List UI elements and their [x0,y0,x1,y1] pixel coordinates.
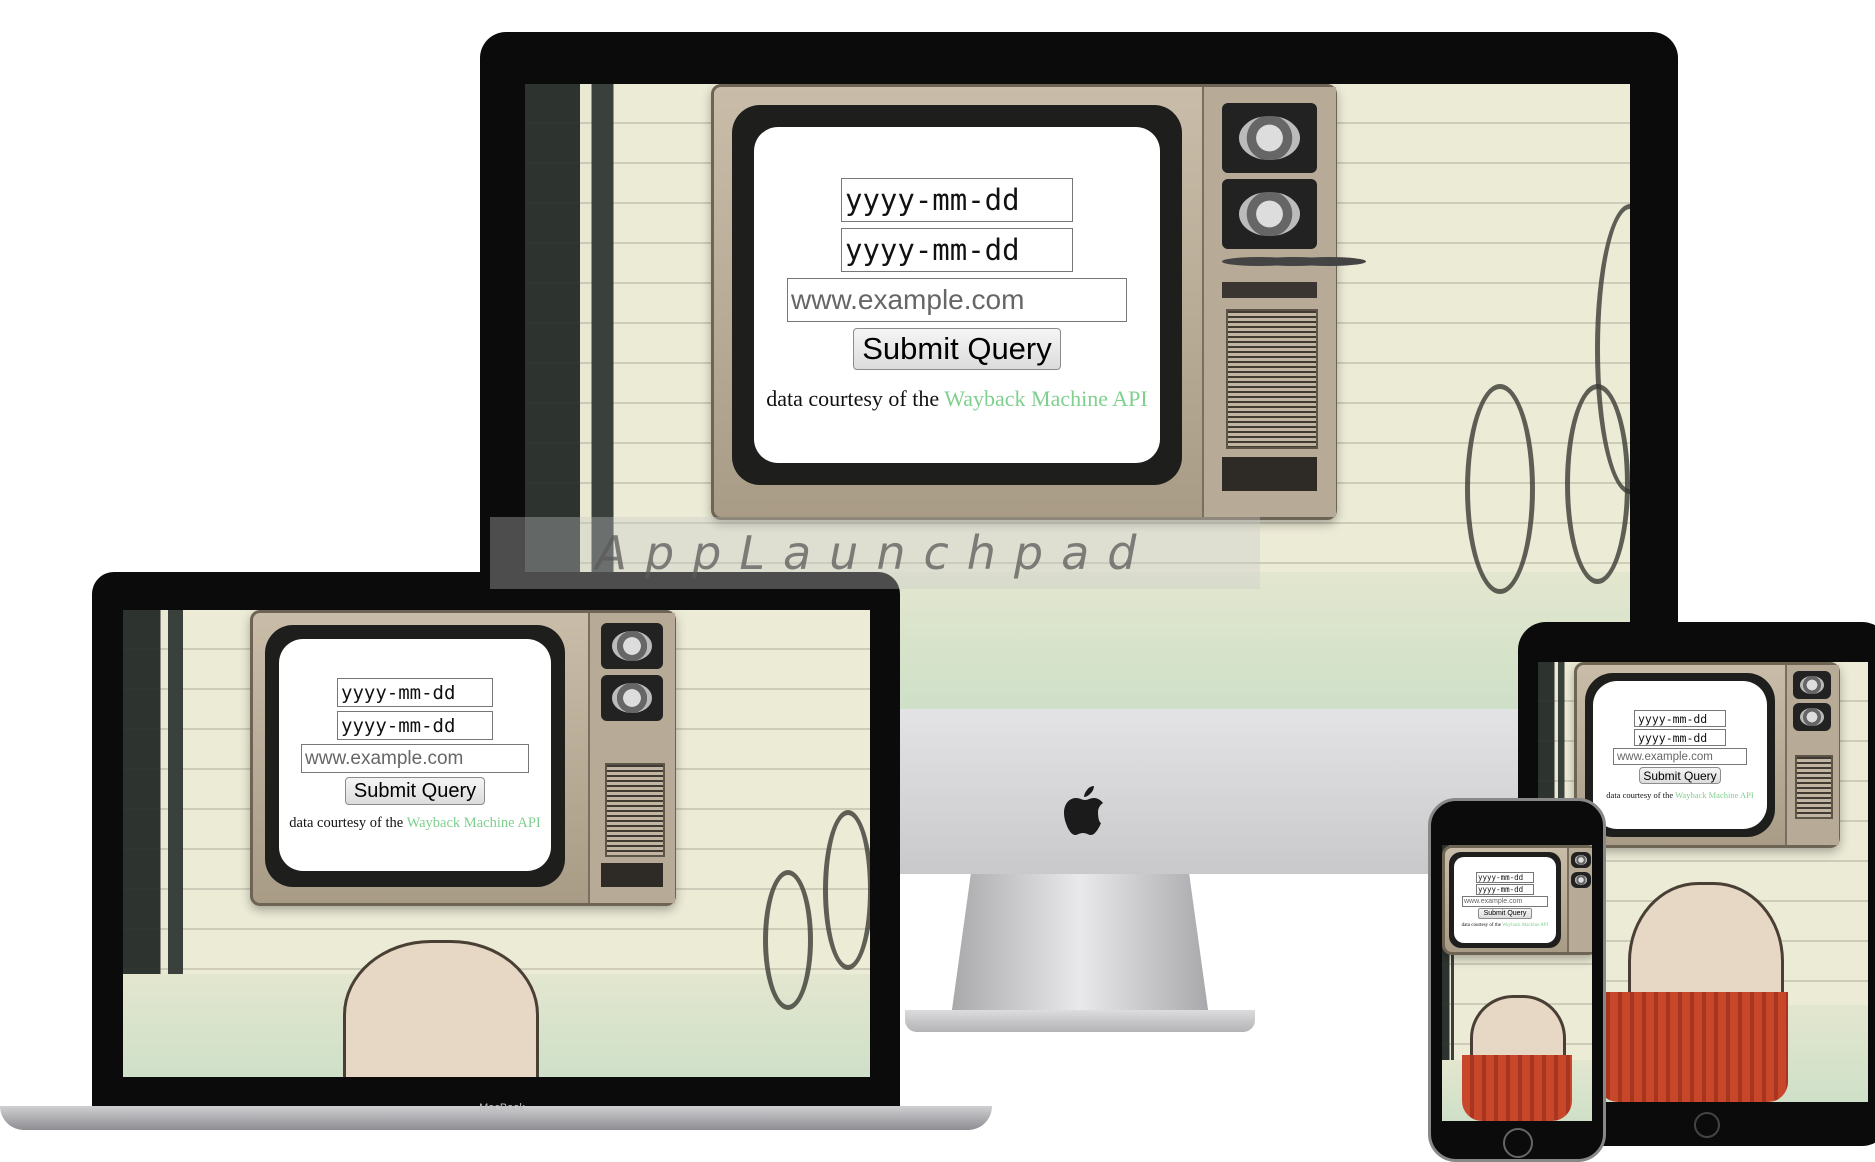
speaker-grille [1795,755,1833,819]
channel-knob-icon [1222,103,1317,173]
credit-text: data courtesy of the Wayback Machine API [766,386,1147,412]
tv-set: yyyy-mm-dd yyyy-mm-dd www.example.com Su… [711,84,1367,520]
tv-set: yyyy-mm-dd yyyy-mm-dd www.example.com Su… [1574,662,1840,848]
volume-knob-icon [1222,179,1317,249]
tv-set: yyyy-mm-dd yyyy-mm-dd www.example.com Su… [250,610,676,906]
ipad-home-button [1694,1112,1720,1138]
credit-prefix: data courtesy of the [1606,790,1674,800]
start-date-input[interactable]: yyyy-mm-dd [1476,872,1534,883]
credit-text: data courtesy of the Wayback Machine API [289,815,540,832]
speaker-grille [1226,309,1318,449]
end-date-input[interactable]: yyyy-mm-dd [1476,884,1534,895]
credit-text: data courtesy of the Wayback Machine API [1462,923,1549,928]
figure-illustration [343,940,539,1077]
submit-button[interactable]: Submit Query [853,328,1061,370]
volume-knob-icon [601,675,663,721]
submit-button[interactable]: Submit Query [1639,767,1721,784]
channel-knob-icon [1571,852,1591,868]
start-date-input[interactable]: yyyy-mm-dd [841,178,1073,222]
start-date-input[interactable]: yyyy-mm-dd [1634,710,1726,727]
applaunchpad-watermark: AppLaunchpad [490,517,1260,589]
imac-stand [950,874,1210,1024]
macbook-screen: yyyy-mm-dd yyyy-mm-dd www.example.com Su… [123,610,870,1077]
tv-screen-form: yyyy-mm-dd yyyy-mm-dd www.example.com Su… [1593,681,1767,829]
channel-knob-icon [601,623,663,669]
credit-prefix: data courtesy of the [766,386,940,411]
channel-knob-icon [1793,671,1831,699]
end-date-input[interactable]: yyyy-mm-dd [841,228,1073,272]
tv-screen-form: yyyy-mm-dd yyyy-mm-dd www.example.com Su… [754,127,1160,463]
iphone-home-button [1503,1128,1533,1158]
url-input[interactable]: www.example.com [1613,748,1747,765]
wayback-link[interactable]: Wayback Machine API [407,815,541,831]
volume-knob-icon [1571,872,1591,888]
credit-text: data courtesy of the Wayback Machine API [1606,790,1753,800]
submit-button[interactable]: Submit Query [1478,908,1532,919]
tv-screen-form: yyyy-mm-dd yyyy-mm-dd www.example.com Su… [279,639,551,871]
volume-knob-icon [1793,703,1831,731]
start-date-input[interactable]: yyyy-mm-dd [337,678,493,707]
url-input[interactable]: www.example.com [787,278,1127,322]
submit-button[interactable]: Submit Query [345,777,485,805]
credit-prefix: data courtesy of the [289,815,404,831]
wayback-link[interactable]: Wayback Machine API [1502,923,1548,928]
tv-screen-form: yyyy-mm-dd yyyy-mm-dd www.example.com Su… [1454,857,1556,943]
url-input[interactable]: www.example.com [1462,896,1548,907]
skirt-illustration [1598,992,1788,1102]
imac-base [905,1010,1255,1032]
end-date-input[interactable]: yyyy-mm-dd [337,711,493,740]
wayback-link[interactable]: Wayback Machine API [944,386,1148,411]
macbook-label: MacBook [479,1102,525,1114]
wayback-link[interactable]: Wayback Machine API [1675,790,1754,800]
end-date-input[interactable]: yyyy-mm-dd [1634,729,1726,746]
tv-set: yyyy-mm-dd yyyy-mm-dd www.example.com Su… [1442,845,1592,955]
iphone-screen: yyyy-mm-dd yyyy-mm-dd www.example.com Su… [1442,845,1592,1121]
url-input[interactable]: www.example.com [301,744,529,773]
speaker-grille [605,763,665,857]
apple-icon [1064,786,1103,835]
skirt-illustration [1462,1055,1572,1121]
credit-prefix: data courtesy of the [1461,923,1501,928]
